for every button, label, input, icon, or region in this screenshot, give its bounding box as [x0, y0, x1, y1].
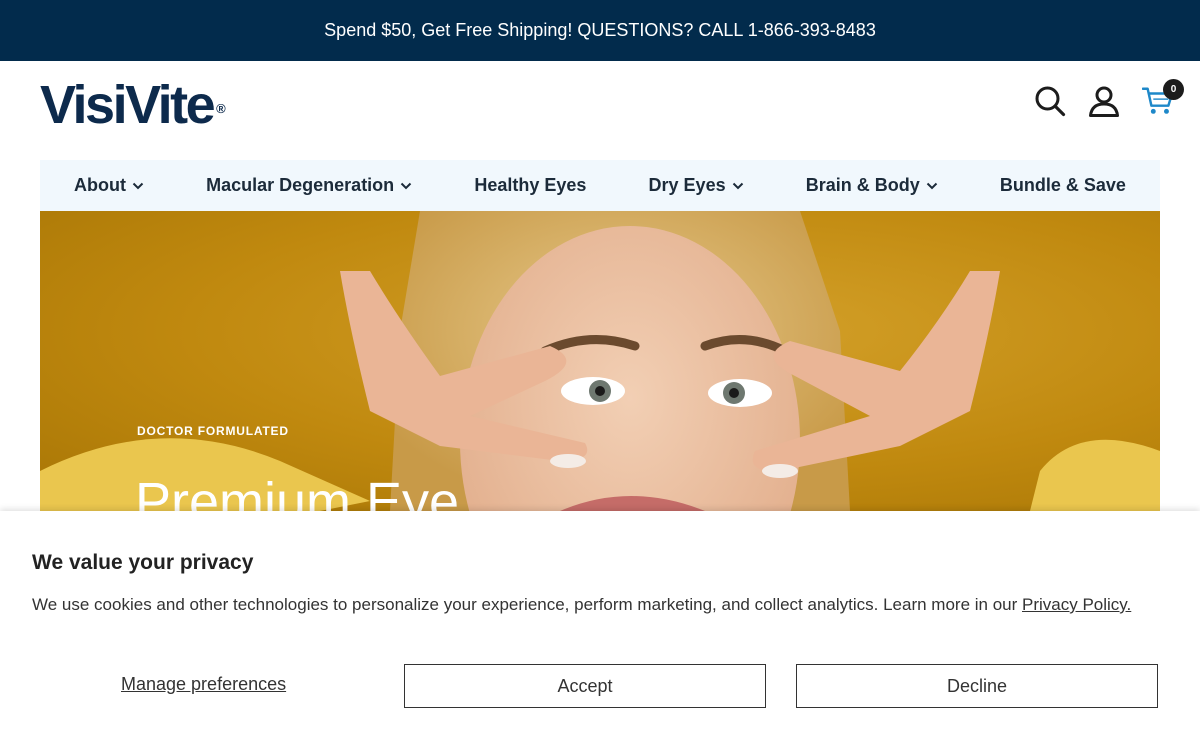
hero-eyebrow: DOCTOR FORMULATED: [137, 424, 289, 438]
nav-item-dry-eyes[interactable]: Dry Eyes: [649, 175, 744, 196]
cookie-description: We use cookies and other technologies to…: [32, 593, 1162, 616]
hero-banner: DOCTOR FORMULATED Premium Eye: [40, 211, 1160, 511]
nav-item-about[interactable]: About: [74, 175, 144, 196]
nav-item-label: About: [74, 175, 126, 195]
promo-bar: Spend $50, Get Free Shipping! QUESTIONS?…: [0, 0, 1200, 61]
search-icon: [1035, 86, 1066, 117]
accept-button[interactable]: Accept: [404, 664, 766, 708]
account-button[interactable]: [1088, 83, 1120, 119]
cookie-title: We value your privacy: [32, 551, 254, 574]
site-header: VisiVite ® 0: [0, 61, 1200, 160]
nav-item-macular-degeneration[interactable]: Macular Degeneration: [206, 175, 412, 196]
nav-item-label: Macular Degeneration: [206, 175, 395, 195]
privacy-policy-link[interactable]: Privacy Policy.: [1022, 595, 1131, 614]
chevron-down-icon: [926, 182, 937, 189]
nav-item-label: Bundle & Save: [999, 175, 1126, 195]
cookie-text: We use cookies and other technologies to…: [32, 595, 1022, 614]
cart-count-badge: 0: [1163, 79, 1184, 100]
hero-image: [40, 211, 1160, 511]
nav-item-healthy-eyes[interactable]: Healthy Eyes: [474, 175, 586, 196]
nav-item-bundle-save[interactable]: Bundle & Save: [1000, 175, 1126, 196]
nav-item-brain-body[interactable]: Brain & Body: [806, 175, 938, 196]
search-button[interactable]: [1034, 83, 1066, 119]
logo-text: VisiVite: [40, 75, 216, 135]
hero-title: Premium Eye: [135, 472, 460, 511]
site-logo[interactable]: VisiVite ®: [40, 75, 226, 135]
decline-button[interactable]: Decline: [796, 664, 1158, 708]
nav-item-label: Dry Eyes: [648, 175, 726, 195]
cart-button[interactable]: 0: [1142, 79, 1184, 119]
logo-registered-mark: ®: [216, 101, 226, 116]
header-icons: 0: [1034, 79, 1184, 119]
chevron-down-icon: [132, 182, 144, 189]
account-icon: [1089, 86, 1119, 117]
nav-item-label: Brain & Body: [805, 175, 920, 195]
manage-preferences-link[interactable]: Manage preferences: [121, 674, 286, 695]
promo-text: Spend $50, Get Free Shipping! QUESTIONS?…: [324, 20, 876, 40]
main-nav: About Macular Degeneration Healthy Eyes …: [40, 160, 1160, 211]
chevron-down-icon: [400, 182, 412, 189]
nav-item-label: Healthy Eyes: [474, 175, 587, 195]
chevron-down-icon: [732, 182, 743, 189]
cookie-consent-banner: We value your privacy We use cookies and…: [0, 511, 1200, 740]
